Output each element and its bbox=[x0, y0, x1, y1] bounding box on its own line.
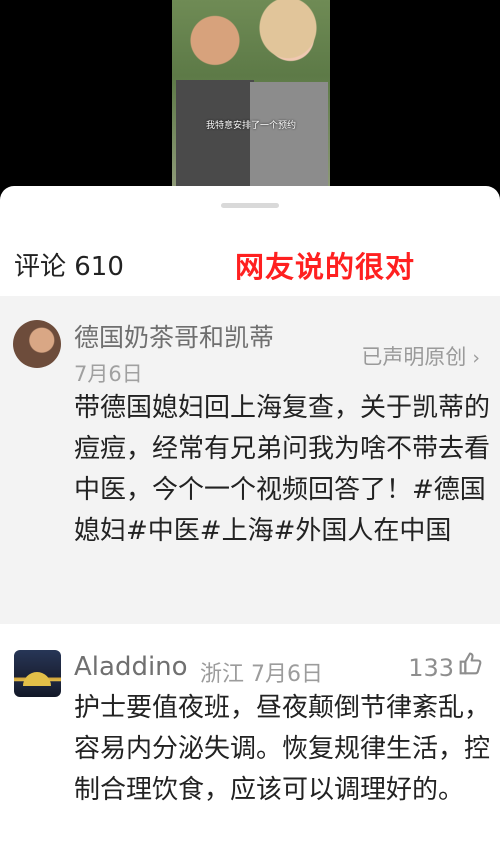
woman-hair bbox=[256, 0, 320, 62]
commenter-avatar[interactable] bbox=[14, 650, 61, 697]
author-post: 德国奶茶哥和凯蒂 已声明原创 › 7月6日 带德国媳妇回上海复查，关于凯蒂的痘痘，… bbox=[0, 296, 500, 624]
section-divider bbox=[0, 624, 500, 632]
chevron-right-icon: › bbox=[472, 347, 480, 369]
author-avatar[interactable] bbox=[13, 320, 61, 368]
like-count: 133 bbox=[408, 654, 454, 682]
post-date: 7月6日 bbox=[74, 362, 143, 386]
author-name[interactable]: 德国奶茶哥和凯蒂 bbox=[74, 318, 274, 354]
comment-date: 7月6日 bbox=[251, 662, 324, 687]
comment-meta: 浙江 7月6日 bbox=[200, 656, 323, 688]
comment-item: Aladdino 浙江 7月6日 133 护士要值夜班，昼夜颠倒节律紊乱，容易内… bbox=[0, 632, 500, 853]
declared-original[interactable]: 已声明原创 › bbox=[361, 341, 480, 371]
drag-handle[interactable] bbox=[221, 203, 279, 208]
commenter-name[interactable]: Aladdino bbox=[74, 652, 188, 682]
comments-count-title: 评论 610 bbox=[14, 252, 124, 282]
comment-text: 护士要值夜班，昼夜颠倒节律紊乱，容易内分泌失调。恢复规律生活，控制合理饮食，应该… bbox=[74, 693, 491, 805]
video-frame: 我特意安排了一个预约 bbox=[172, 0, 330, 190]
sunset-icon bbox=[23, 672, 51, 686]
video-subtitle: 我特意安排了一个预约 bbox=[205, 121, 296, 131]
comments-sheet: 评论 610 网友说的很对 德国奶茶哥和凯蒂 已声明原创 › 7月6日 带德国媳妇… bbox=[0, 186, 500, 853]
thumbs-up-icon[interactable] bbox=[456, 650, 484, 678]
man-in-video bbox=[176, 8, 254, 188]
video-area[interactable]: 我特意安排了一个预约 bbox=[0, 0, 500, 190]
post-text: 带德国媳妇回上海复查，关于凯蒂的痘痘，经常有兄弟问我为啥不带去看中医，今个一个视… bbox=[74, 393, 491, 546]
comment-location: 浙江 bbox=[200, 662, 245, 687]
highlight-caption: 网友说的很对 bbox=[235, 250, 416, 284]
declared-original-label: 已声明原创 bbox=[361, 345, 467, 369]
